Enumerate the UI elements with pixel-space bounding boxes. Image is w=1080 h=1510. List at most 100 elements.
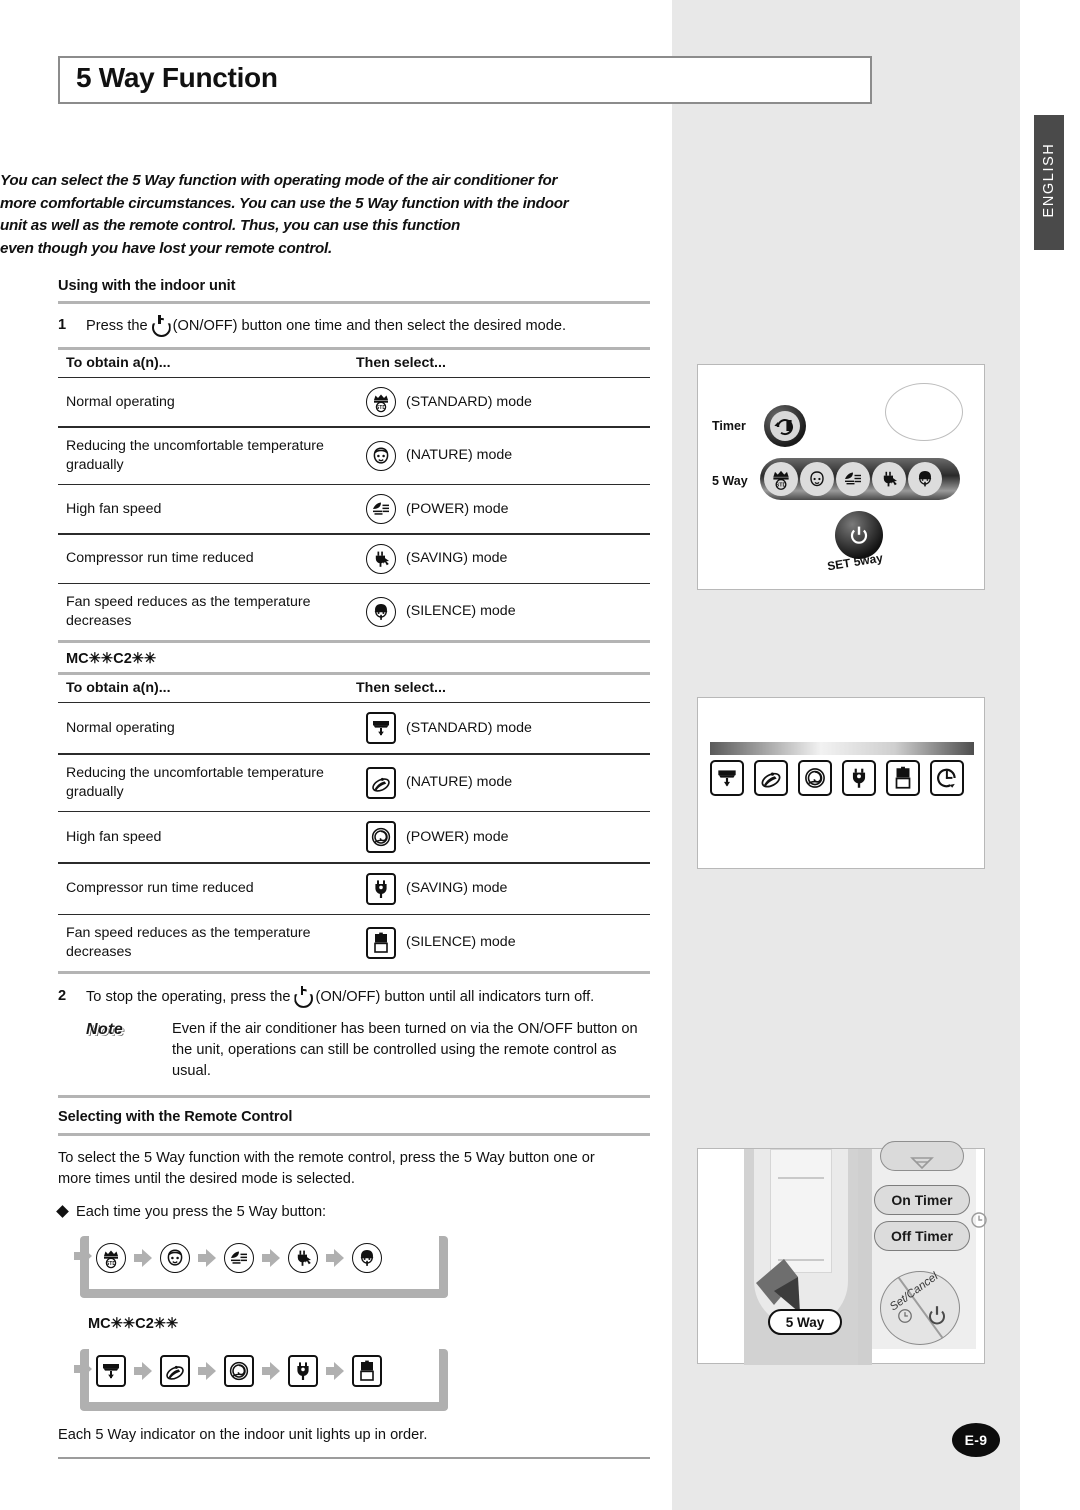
intro-paragraph: You can select the 5 Way function with o… bbox=[0, 170, 590, 260]
step-number: 2 bbox=[58, 987, 67, 1004]
remote-fiveway-button[interactable]: 5 Way bbox=[768, 1309, 842, 1335]
intro-line: more comfortable circumstances. You can … bbox=[0, 194, 569, 212]
silence-square-icon bbox=[886, 760, 920, 796]
step-text-before: To stop the operating, press the bbox=[86, 988, 291, 1005]
cell-select: (SILENCE) mode bbox=[406, 603, 516, 620]
power-wind-icon[interactable] bbox=[836, 462, 870, 496]
cell-select: (SILENCE) mode bbox=[406, 934, 516, 951]
section-heading-remote: Selecting with the Remote Control bbox=[58, 1108, 293, 1125]
diamond-bullet-icon bbox=[56, 1205, 69, 1218]
illustration-display-icons-panel bbox=[697, 697, 985, 869]
step-2: 2 To stop the operating, press the (ON/OF… bbox=[58, 985, 650, 1008]
modes-table-standard: To obtain a(n)... Then select... bbox=[58, 350, 650, 377]
intro-line: unit as well as the remote control. Thus… bbox=[0, 217, 461, 234]
cell-obtain: Normal operating bbox=[66, 393, 175, 410]
flow-arrow-icon bbox=[74, 1359, 92, 1379]
timer-button[interactable] bbox=[764, 405, 806, 447]
section-heading-indoor: Using with the indoor unit bbox=[58, 278, 236, 294]
cell-obtain: Compressor run time reduced bbox=[66, 880, 254, 897]
note-label: Note bbox=[86, 1020, 124, 1038]
power-wind-icon bbox=[366, 494, 396, 525]
power-square-icon bbox=[798, 760, 832, 796]
saving-plug-icon[interactable] bbox=[872, 462, 906, 496]
nature-square-icon bbox=[754, 760, 788, 796]
table-row: Reducing the uncomfortable temperature g… bbox=[58, 428, 650, 484]
flow-arrow-icon bbox=[134, 1248, 152, 1268]
standard-crown-icon[interactable]: STD bbox=[764, 462, 798, 496]
modes-table-mc: To obtain a(n)... Then select... bbox=[58, 675, 650, 702]
model-label-mc-flow: MC✳✳C2✳✳ bbox=[88, 1315, 179, 1332]
remote-swing-button[interactable] bbox=[880, 1141, 964, 1171]
cell-obtain: Fan speed reduces as the temperature dec… bbox=[66, 593, 311, 629]
page-number-badge: E-9 bbox=[952, 1423, 1000, 1457]
flow-arrow-icon bbox=[262, 1248, 280, 1268]
flow-arrow-icon bbox=[262, 1361, 280, 1381]
power-wind-icon bbox=[224, 1242, 254, 1273]
remote-on-timer-button[interactable]: On Timer bbox=[874, 1185, 970, 1215]
cell-select: (POWER) mode bbox=[406, 828, 509, 845]
fiveway-indicator-cluster[interactable]: STD bbox=[760, 458, 960, 500]
fiveway-label: 5 Way bbox=[712, 474, 748, 488]
cell-select: (SAVING) mode bbox=[406, 880, 508, 897]
power-icon bbox=[293, 985, 312, 1005]
cell-select: (STANDARD) mode bbox=[406, 719, 532, 736]
remote-closing-text: Each 5 Way indicator on the indoor unit … bbox=[58, 1426, 428, 1443]
nature-square-icon bbox=[160, 1354, 190, 1387]
svg-text:STD: STD bbox=[776, 482, 787, 488]
flow-square-icons bbox=[58, 1343, 650, 1417]
table-row: Normal operating STD (STANDARD) mode bbox=[58, 378, 650, 426]
cell-obtain: Reducing the uncomfortable temperature g… bbox=[66, 437, 324, 473]
nature-baby-icon[interactable] bbox=[800, 462, 834, 496]
saving-plug-icon bbox=[366, 543, 396, 574]
saving-square-icon bbox=[288, 1354, 318, 1387]
saving-square-icon bbox=[842, 760, 876, 796]
table-row: Compressor run time reduced (SAVING) mod… bbox=[58, 535, 650, 583]
divider bbox=[58, 1094, 650, 1098]
standard-crown-icon: STD bbox=[96, 1242, 126, 1273]
standard-crown-icon: STD bbox=[366, 387, 396, 418]
cell-obtain: Compressor run time reduced bbox=[66, 550, 254, 567]
step-text-after: (ON/OFF) button one time and then select… bbox=[172, 318, 567, 334]
language-tab: ENGLISH bbox=[1034, 115, 1064, 250]
silence-shh-icon bbox=[352, 1242, 382, 1273]
remote-off-timer-button[interactable]: Off Timer bbox=[874, 1221, 970, 1251]
cell-obtain: High fan speed bbox=[66, 828, 162, 845]
swing-icon bbox=[910, 1157, 934, 1170]
silence-shh-icon bbox=[366, 596, 396, 627]
divider bbox=[58, 301, 650, 304]
timer-clock-icon bbox=[774, 419, 793, 436]
flow-arrow-icon bbox=[326, 1361, 344, 1381]
timer-clock-icon bbox=[930, 760, 964, 796]
power-icon bbox=[929, 1306, 945, 1325]
power-square-icon bbox=[366, 821, 396, 854]
table-row: Compressor run time reduced (SAVING) mod… bbox=[58, 864, 650, 914]
remote-screen-line bbox=[778, 1177, 824, 1179]
flow-arrow-icon bbox=[74, 1246, 92, 1266]
flow-arrow-icon bbox=[326, 1248, 344, 1268]
divider bbox=[58, 1132, 650, 1136]
intro-line: You can select the 5 Way function with o… bbox=[0, 172, 558, 189]
remote-set-cancel-button[interactable]: Set/Cancel bbox=[880, 1271, 960, 1345]
small-clock-icon bbox=[898, 1309, 912, 1323]
cell-select: (NATURE) mode bbox=[406, 447, 513, 464]
display-icon-row bbox=[710, 760, 964, 796]
table-row: Normal operating (STANDARD) mode bbox=[58, 703, 650, 753]
table-row: Fan speed reduces as the temperature dec… bbox=[58, 584, 650, 640]
col1-header: To obtain a(n)... bbox=[66, 679, 171, 696]
divider bbox=[58, 970, 650, 974]
col2-header: Then select... bbox=[356, 355, 446, 371]
set-fiveway-label: SET 5way bbox=[826, 550, 884, 574]
modes-table-standard-wrap: To obtain a(n)... Then select... Normal … bbox=[58, 347, 650, 643]
cell-select: (NATURE) mode bbox=[406, 774, 513, 791]
saving-square-icon bbox=[366, 872, 396, 905]
step-text-after: (ON/OFF) button until all indicators tur… bbox=[315, 988, 595, 1005]
modes-table-mc-wrap: To obtain a(n)... Then select... Normal … bbox=[58, 671, 650, 974]
page-title-box: 5 Way Function bbox=[58, 56, 872, 104]
table-row: High fan speed (POWER) mode bbox=[58, 812, 650, 862]
cell-obtain: Normal operating bbox=[66, 719, 175, 736]
remote-bullet: Each time you press the 5 Way button: bbox=[56, 1204, 650, 1220]
table-row: High fan speed (POWER) mode bbox=[58, 485, 650, 533]
col1-header: To obtain a(n)... bbox=[66, 355, 171, 371]
silence-shh-icon[interactable] bbox=[908, 462, 942, 496]
nature-baby-icon bbox=[160, 1242, 190, 1273]
